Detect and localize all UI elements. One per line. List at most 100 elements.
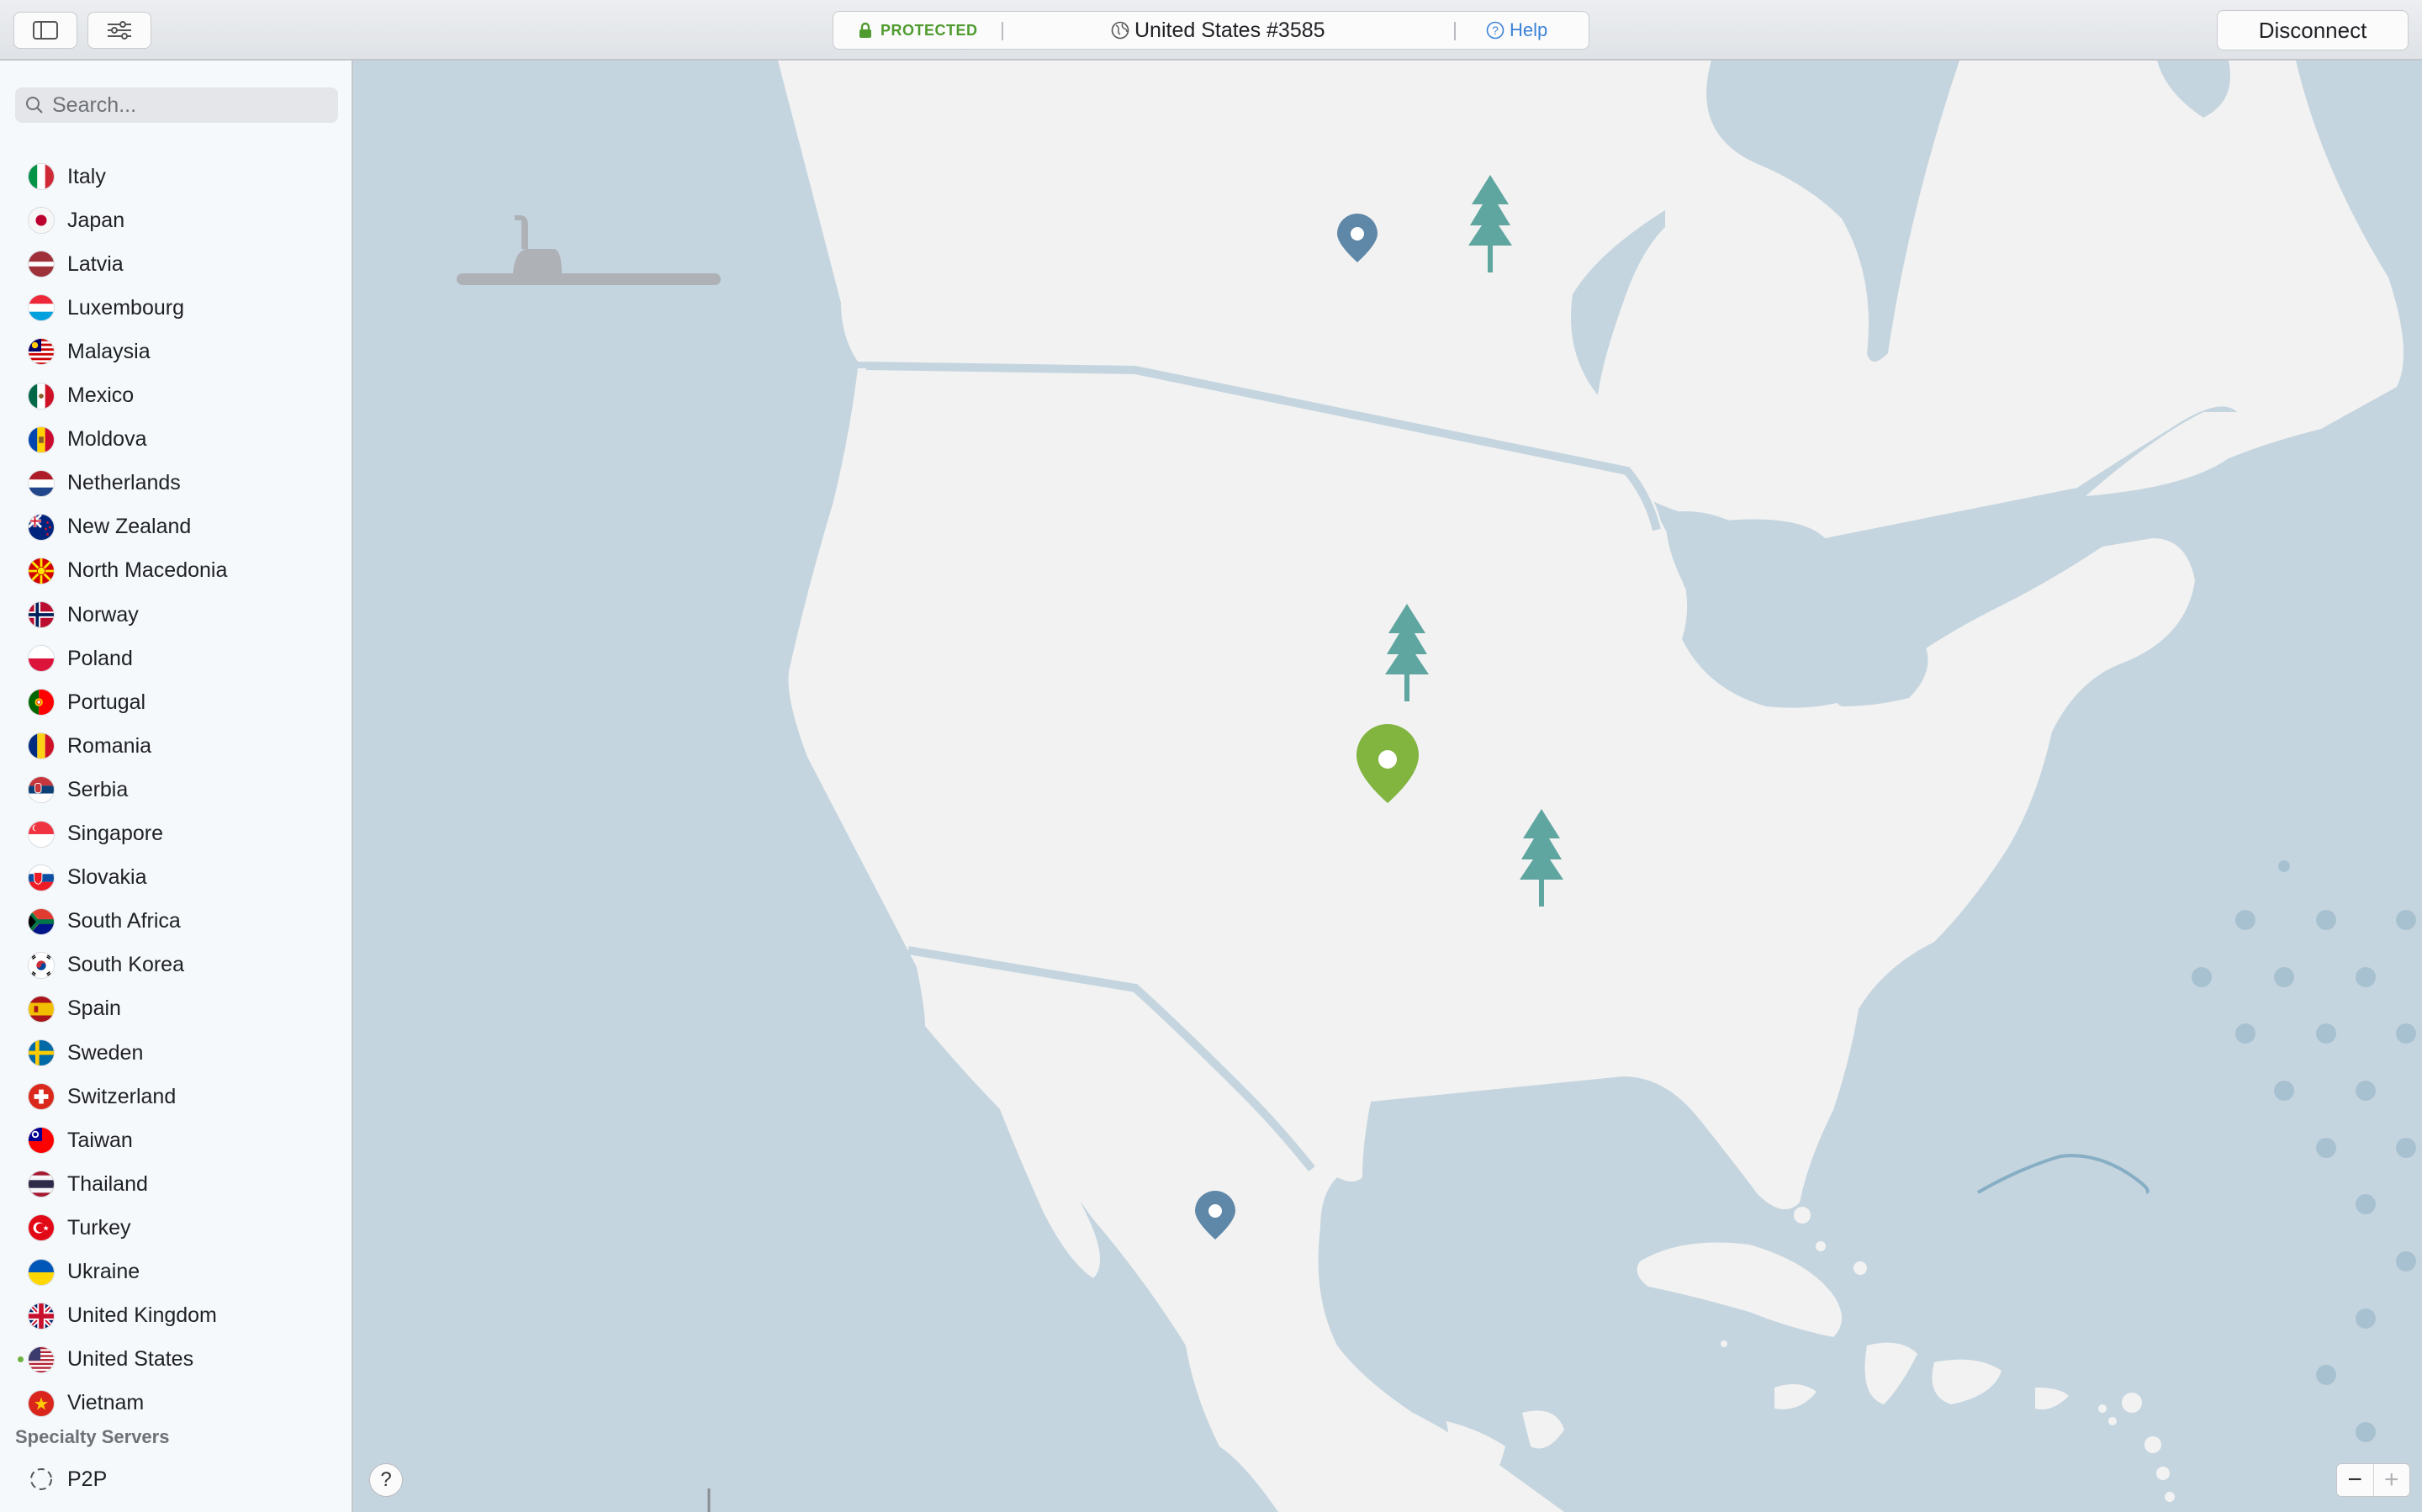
sidebar-item-label: Ukraine bbox=[67, 1260, 140, 1283]
sidebar-item-vietnam[interactable]: Vietnam bbox=[0, 1382, 352, 1425]
zoom-in-button[interactable]: + bbox=[2372, 1464, 2410, 1496]
sidebar-item-slovakia[interactable]: Slovakia bbox=[0, 856, 352, 900]
sidebar-item-portugal[interactable]: Portugal bbox=[0, 680, 352, 724]
flag-moldova-icon bbox=[28, 426, 55, 453]
help-circle-icon: ? bbox=[1486, 21, 1504, 40]
sidebar-item-south-korea[interactable]: South Korea bbox=[0, 944, 352, 987]
sidebar-item-label: Malaysia bbox=[67, 339, 151, 363]
sidebar-item-japan[interactable]: Japan bbox=[0, 198, 352, 242]
sidebar-item-label: P2P bbox=[67, 1467, 108, 1491]
settings-button[interactable] bbox=[87, 12, 151, 49]
sidebar-item-turkey[interactable]: Turkey bbox=[0, 1206, 352, 1250]
sidebar-item-north-macedonia[interactable]: North Macedonia bbox=[0, 549, 352, 593]
sidebar-item-label: Netherlands bbox=[67, 471, 181, 495]
sidebar-item-thailand[interactable]: Thailand bbox=[0, 1162, 352, 1206]
flag-mexico-icon bbox=[28, 382, 55, 410]
search-icon bbox=[26, 97, 43, 114]
p2p-icon bbox=[30, 1468, 52, 1490]
flag-spain-icon bbox=[28, 995, 55, 1023]
flag-south-korea-icon bbox=[28, 951, 55, 979]
zoom-out-button[interactable]: − bbox=[2337, 1464, 2373, 1496]
sidebar-item-label: Romania bbox=[67, 733, 152, 758]
search-input[interactable] bbox=[50, 92, 323, 119]
sidebar: Italy Japan Latvia Luxembourg Malaysia Mexico… bbox=[0, 61, 353, 1512]
flag-italy-icon bbox=[28, 163, 55, 190]
lock-icon bbox=[859, 22, 871, 38]
connection-status-bar: PROTECTED United States #3585 ? Help bbox=[833, 11, 1589, 50]
sidebar-item-ukraine[interactable]: Ukraine bbox=[0, 1250, 352, 1294]
flag-turkey-icon bbox=[28, 1214, 55, 1242]
sidebar-item-switzerland[interactable]: Switzerland bbox=[0, 1075, 352, 1118]
sidebar-item-sweden[interactable]: Sweden bbox=[0, 1031, 352, 1075]
connected-indicator bbox=[18, 1356, 24, 1363]
flag-united-kingdom-icon bbox=[28, 1302, 55, 1330]
flag-north-macedonia-icon bbox=[28, 557, 55, 584]
sidebar-item-label: North Macedonia bbox=[67, 558, 228, 583]
sidebar-item-label: Switzerland bbox=[67, 1084, 177, 1108]
map-canvas bbox=[353, 61, 2422, 1512]
sidebar-item-label: Vietnam bbox=[67, 1391, 145, 1415]
flag-romania-icon bbox=[28, 732, 55, 760]
flag-taiwan-icon bbox=[28, 1127, 55, 1155]
sidebar-item-label: Portugal bbox=[67, 690, 146, 714]
divider bbox=[1002, 22, 1003, 40]
sidebar-item-united-kingdom[interactable]: United Kingdom bbox=[0, 1294, 352, 1338]
flag-slovakia-icon bbox=[28, 864, 55, 891]
sidebar-item-spain[interactable]: Spain bbox=[0, 987, 352, 1031]
disconnect-button[interactable]: Disconnect bbox=[2217, 10, 2409, 50]
sidebar-item-romania[interactable]: Romania bbox=[0, 724, 352, 768]
sidebar-item-new-zealand[interactable]: New Zealand bbox=[0, 505, 352, 549]
divider bbox=[1454, 22, 1456, 40]
sidebar-item-label: Sweden bbox=[67, 1040, 144, 1065]
sidebar-item-label: South Africa bbox=[67, 909, 181, 933]
protected-label: PROTECTED bbox=[880, 21, 978, 39]
flag-malaysia-icon bbox=[28, 338, 55, 366]
flag-ukraine-icon bbox=[28, 1258, 55, 1286]
sidebar-item-moldova[interactable]: Moldova bbox=[0, 418, 352, 462]
search-box[interactable] bbox=[15, 87, 338, 123]
flag-sweden-icon bbox=[28, 1039, 55, 1066]
flag-united-states-icon bbox=[28, 1345, 55, 1373]
flag-new-zealand-icon bbox=[28, 513, 55, 541]
zoom-controls: − + bbox=[2336, 1463, 2410, 1497]
sidebar-item-label: Poland bbox=[67, 646, 133, 670]
flag-thailand-icon bbox=[28, 1171, 55, 1198]
sidebar-toggle-button[interactable] bbox=[13, 12, 77, 49]
flag-south-africa-icon bbox=[28, 907, 55, 935]
sidebar-item-mexico[interactable]: Mexico bbox=[0, 374, 352, 418]
sidebar-item-singapore[interactable]: Singapore bbox=[0, 812, 352, 856]
help-link[interactable]: ? Help bbox=[1486, 12, 1547, 49]
specialty-servers-heading: Specialty Servers bbox=[15, 1426, 170, 1447]
flag-latvia-icon bbox=[28, 251, 55, 278]
sidebar-item-south-africa[interactable]: South Africa bbox=[0, 900, 352, 944]
flag-switzerland-icon bbox=[28, 1083, 55, 1111]
sidebar-item-poland[interactable]: Poland bbox=[0, 637, 352, 680]
globe-icon bbox=[1111, 21, 1129, 40]
flag-vietnam-icon bbox=[28, 1389, 55, 1417]
sliders-icon bbox=[108, 21, 131, 40]
sidebar-item-p2p[interactable]: P2P bbox=[0, 1457, 352, 1501]
sidebar-item-label: Thailand bbox=[67, 1171, 148, 1196]
map-help-button[interactable]: ? bbox=[369, 1463, 403, 1497]
sidebar-item-italy[interactable]: Italy bbox=[0, 155, 352, 198]
sidebar-item-malaysia[interactable]: Malaysia bbox=[0, 330, 352, 373]
sidebar-item-taiwan[interactable]: Taiwan bbox=[0, 1118, 352, 1162]
sidebar-item-label: Norway bbox=[67, 602, 139, 626]
sidebar-item-serbia[interactable]: Serbia bbox=[0, 768, 352, 812]
sidebar-item-luxembourg[interactable]: Luxembourg bbox=[0, 286, 352, 330]
current-server[interactable]: United States #3585 bbox=[1111, 12, 1325, 49]
sidebar-item-label: Turkey bbox=[67, 1215, 131, 1240]
sidebar-item-latvia[interactable]: Latvia bbox=[0, 242, 352, 286]
flag-luxembourg-icon bbox=[28, 294, 55, 322]
flag-poland-icon bbox=[28, 645, 55, 673]
sidebar-item-label: Mexico bbox=[67, 383, 135, 407]
sidebar-item-netherlands[interactable]: Netherlands bbox=[0, 462, 352, 505]
sidebar-item-label: Japan bbox=[67, 208, 125, 232]
server-name: United States #3585 bbox=[1134, 18, 1325, 42]
sidebar-item-label: New Zealand bbox=[67, 515, 192, 539]
flag-portugal-icon bbox=[28, 689, 55, 716]
sidebar-item-norway[interactable]: Norway bbox=[0, 593, 352, 637]
sidebar-item-label: Spain bbox=[67, 997, 121, 1021]
sidebar-item-united-states[interactable]: United States bbox=[0, 1338, 352, 1382]
world-map[interactable] bbox=[353, 61, 2422, 1512]
